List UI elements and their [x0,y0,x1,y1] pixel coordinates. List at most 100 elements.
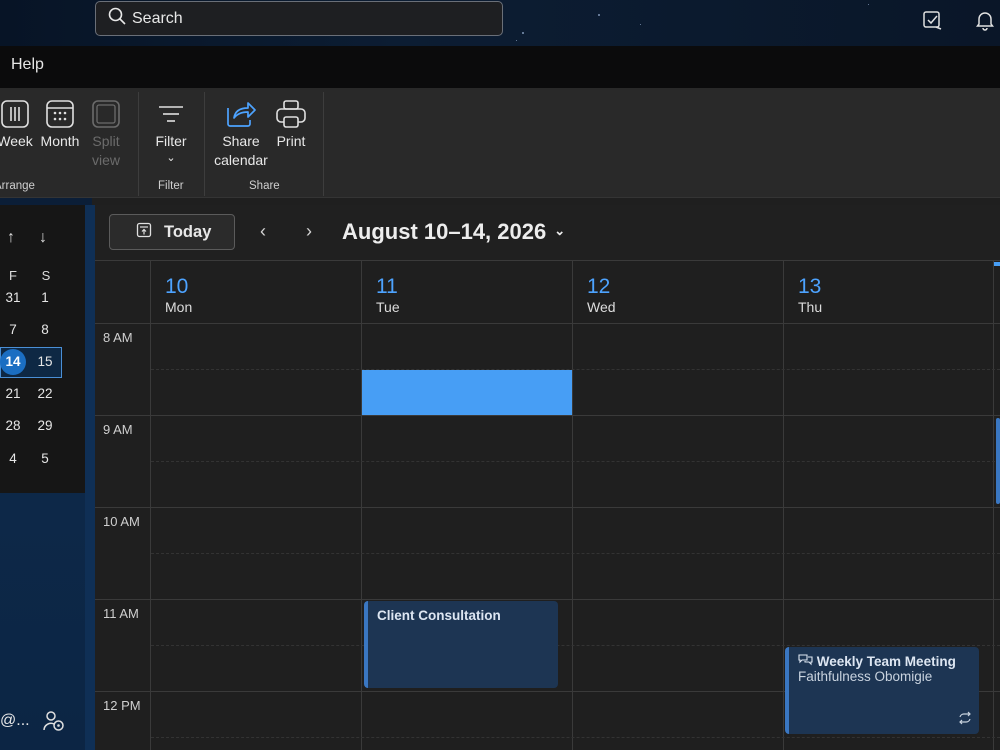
event-title: Client Consultation [377,608,501,623]
time-gutter-divider [150,261,151,750]
day-header-wed[interactable]: 12 Wed [572,261,783,323]
day-header-mon[interactable]: 10 Mon [150,261,361,323]
ribbon-separator [138,92,139,196]
mini-day[interactable]: 1 [32,285,58,311]
day-number: 11 [376,275,398,298]
chat-icon [798,654,817,669]
left-pane-edge [85,205,95,750]
split-view-icon [90,96,122,132]
time-label: 12 PM [103,698,141,713]
mini-day[interactable]: 15 [32,349,58,375]
print-label: Print [276,133,306,149]
mini-day[interactable]: 7 [0,317,26,343]
bell-icon[interactable] [973,8,997,32]
filter-button[interactable]: Filter ⌄ [151,96,191,165]
share-icon [224,96,258,132]
day-header-tue[interactable]: 11 Tue [361,261,572,323]
split-view-label: Split view [91,133,120,168]
star-decoration [640,24,641,25]
time-label: 8 AM [103,330,133,345]
search-box[interactable]: Search [95,1,503,36]
date-range-selector[interactable]: August 10–14, 2026 ⌄ [342,219,565,245]
hour-line [95,415,1000,416]
search-label: Search [132,9,183,27]
people-settings-icon[interactable] [42,709,66,733]
mini-day[interactable]: 4 [0,446,26,472]
share-calendar-label: Share calendar [214,133,268,168]
menu-bar: Help [0,46,1000,88]
event-title-row: Weekly Team Meeting [798,653,979,669]
day-of-week: Wed [587,299,616,315]
today-label: Today [164,222,212,241]
header-divider [95,323,1000,324]
chevron-down-icon: ⌄ [554,223,566,238]
column-divider [572,261,573,750]
mini-day[interactable]: 31 [0,285,26,311]
previous-week-icon[interactable]: ‹ [253,221,273,243]
event-weekly-team-meeting[interactable]: Weekly Team Meeting Faithfulness Obomigi… [785,647,979,734]
week-view-button[interactable]: Week [0,96,33,151]
star-decoration [598,14,600,16]
day-of-week: Thu [798,299,823,315]
mini-day[interactable]: 29 [32,413,58,439]
day-header-thu[interactable]: 13 Thu [783,261,993,323]
mini-day-today[interactable]: 14 [0,349,26,375]
time-label: 10 AM [103,514,140,529]
half-hour-line [151,645,1000,646]
ribbon-separator [204,92,205,196]
hour-line [95,599,1000,600]
mini-dow-sat: S [41,268,51,283]
share-calendar-button[interactable]: Share calendar [212,96,270,170]
day-number: 13 [798,275,822,298]
day-number: 12 [587,275,611,298]
month-label: Month [40,133,80,149]
selected-time-slot[interactable] [362,370,572,415]
half-hour-line [151,553,1000,554]
hour-line [95,507,1000,508]
event-client-consultation[interactable]: Client Consultation [364,601,558,688]
split-view-button[interactable]: Split view [87,96,125,170]
filter-label: Filter [155,133,187,149]
month-view-button[interactable]: Month [38,96,82,151]
half-hour-line [151,461,1000,462]
share-group-label: Share [249,180,280,192]
week-label: Week [0,133,33,149]
ribbon: Week Month Split view Arrange Filter ⌄ F… [0,88,1000,198]
star-decoration [868,4,869,5]
print-button[interactable]: Print [274,96,308,151]
mini-day[interactable]: 22 [32,381,58,407]
next-week-icon[interactable]: › [299,221,319,243]
calendar-view: Today ‹ › August 10–14, 2026 ⌄ 10 Mon 11 … [95,205,1000,750]
mini-dow-fri: F [9,268,17,283]
mini-day[interactable]: 21 [0,381,26,407]
column-divider [993,261,994,750]
todo-icon[interactable] [920,8,944,32]
day-of-week: Tue [376,299,400,315]
half-hour-line [151,369,1000,370]
half-hour-line [151,737,1000,738]
day-of-week: Mon [165,299,193,315]
calendar-today-icon [136,222,152,243]
star-decoration [516,40,517,41]
time-label: 9 AM [103,422,133,437]
mini-day[interactable]: 28 [0,413,26,439]
column-divider [361,261,362,750]
printer-icon [274,96,308,132]
mini-day[interactable]: 5 [32,446,58,472]
date-range-label: August 10–14, 2026 [342,219,547,244]
today-button[interactable]: Today [109,214,235,250]
account-email[interactable]: @... [0,712,30,730]
search-icon [108,7,126,30]
friday-event-edge[interactable] [996,418,1000,504]
mini-day[interactable]: 8 [32,317,58,343]
title-bar: Search [0,0,1000,46]
menu-help[interactable]: Help [11,56,44,74]
time-label: 11 AM [103,606,139,621]
arrow-down-icon[interactable]: ↓ [39,229,47,247]
arrow-up-icon[interactable]: ↑ [7,229,15,247]
friday-column-edge [993,262,1000,266]
filter-group-label: Filter [158,180,184,192]
ribbon-separator [323,92,324,196]
calendar-toolbar: Today ‹ › August 10–14, 2026 ⌄ [95,205,1000,261]
month-icon [44,96,76,132]
